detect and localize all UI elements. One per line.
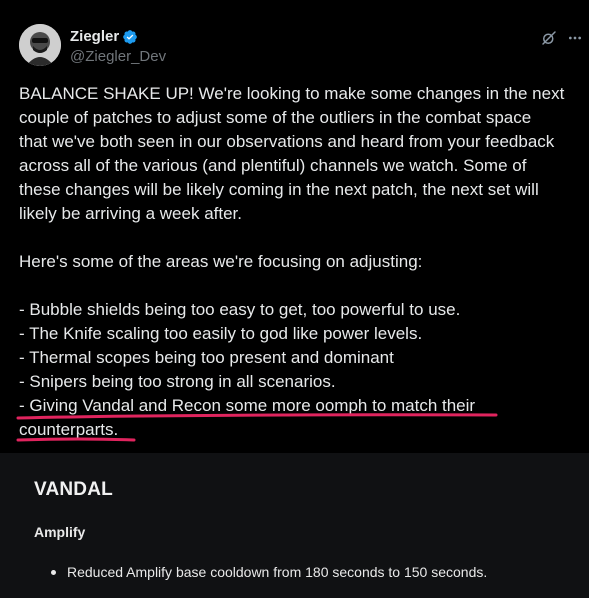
patch-notes-list: Reduced Amplify base cooldown from 180 s… (51, 564, 487, 580)
verified-badge-icon (123, 30, 137, 44)
tweet-card: Ziegler @Ziegler_Dev BALANCE SHAKE UP! W… (0, 0, 589, 453)
author-handle[interactable]: @Ziegler_Dev (70, 48, 166, 66)
tweet-bullet-line-highlighted: - Giving Vandal and Recon some more oomp… (19, 396, 476, 415)
patch-note-text: Reduced Amplify base cooldown from 180 s… (67, 564, 488, 580)
tweet-text: BALANCE SHAKE UP! We're looking to make … (19, 82, 584, 442)
tweet-bullet-line: - Bubble shields being too easy to get, … (19, 300, 461, 319)
tweet-bullet-line: - Thermal scopes being too present and d… (19, 348, 394, 367)
patch-subsection-title: Amplify (34, 524, 86, 540)
grok-icon[interactable] (540, 29, 558, 47)
more-icon[interactable] (567, 30, 583, 46)
tweet-line: BALANCE SHAKE UP! We're looking to make … (19, 84, 565, 103)
bullet-icon (51, 570, 56, 575)
patch-note-item: Reduced Amplify base cooldown from 180 s… (51, 564, 487, 580)
tweet-blank-line (19, 226, 584, 250)
patch-section-title: VANDAL (34, 479, 113, 500)
tweet-line: these changes will be likely coming in t… (19, 180, 539, 199)
tweet-bullet-line-highlighted: counterparts. (19, 420, 119, 439)
author-display-name[interactable]: Ziegler (70, 28, 119, 46)
tweet-line: Here's some of the areas we're focusing … (19, 252, 423, 271)
tweet-bullet-line: - The Knife scaling too easily to god li… (19, 324, 423, 343)
tweet-line: likely be arriving a week after. (19, 204, 242, 223)
tweet-bullet-line: - Snipers being too strong in all scenar… (19, 372, 336, 391)
avatar[interactable] (19, 24, 61, 66)
tweet-line: couple of patches to adjust some of the … (19, 108, 532, 127)
avatar-image (19, 24, 61, 66)
tweet-line: across all of the various (and plentiful… (19, 156, 527, 175)
patch-notes-panel: VANDAL Amplify Reduced Amplify base cool… (0, 453, 589, 598)
tweet-blank-line (19, 274, 584, 298)
tweet-line: that we've both seen in our observations… (19, 132, 555, 151)
